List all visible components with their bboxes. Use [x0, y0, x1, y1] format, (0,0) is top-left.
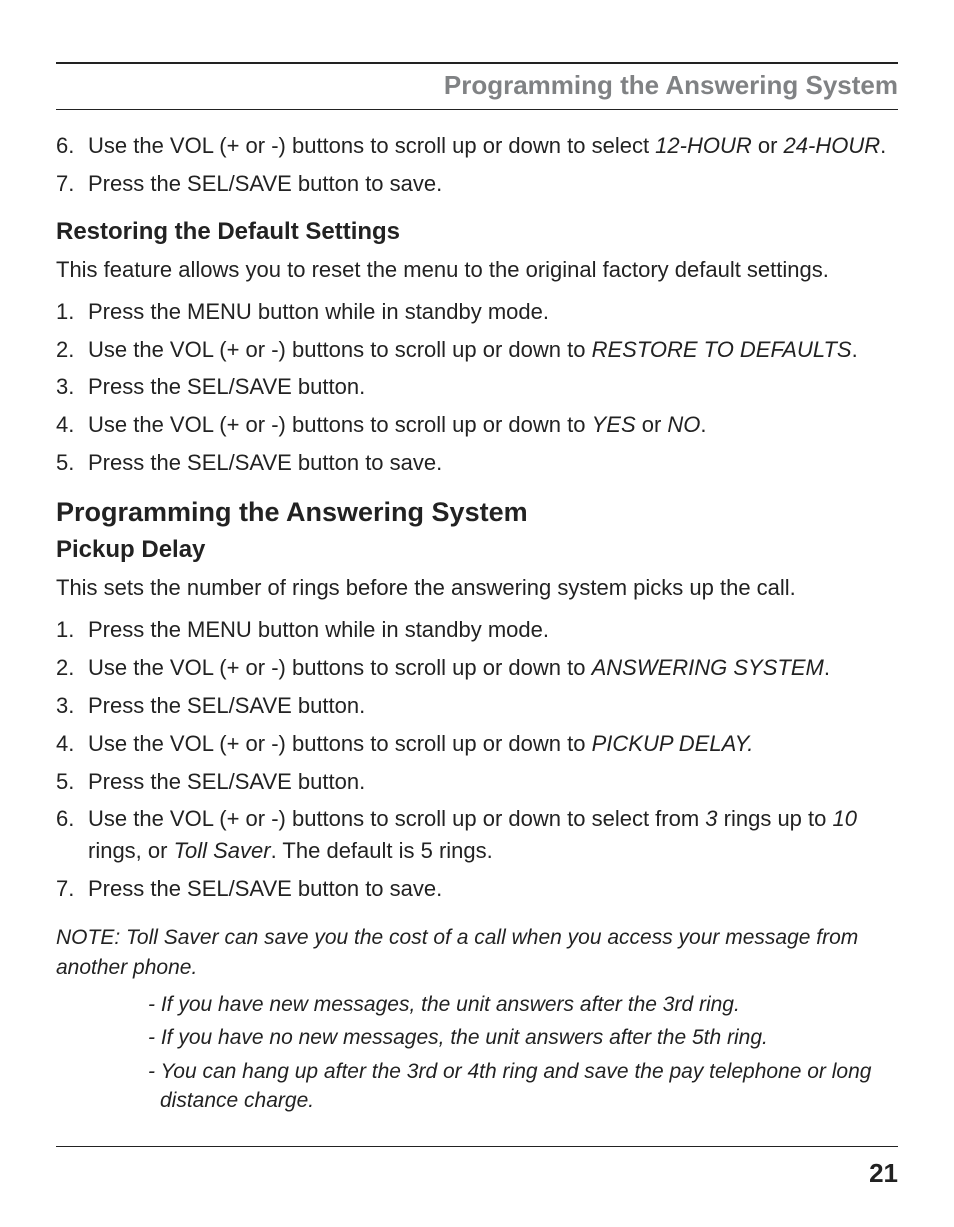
- list-item: 6. Use the VOL (+ or -) buttons to scrol…: [56, 130, 898, 162]
- page: Programming the Answering System 6. Use …: [0, 0, 954, 1227]
- sub-note: - If you have new messages, the unit ans…: [148, 990, 898, 1019]
- list-text: Use the VOL (+ or -) buttons to scroll u…: [88, 334, 898, 366]
- list-text: Use the VOL (+ or -) buttons to scroll u…: [88, 409, 898, 441]
- list-item: 3. Press the SEL/SAVE button.: [56, 371, 898, 403]
- intro-list: 6. Use the VOL (+ or -) buttons to scrol…: [56, 130, 898, 200]
- list-number: 5.: [56, 766, 88, 798]
- list-item: 7. Press the SEL/SAVE button to save.: [56, 168, 898, 200]
- list-number: 6.: [56, 803, 88, 867]
- footer-rule: [56, 1146, 898, 1147]
- list-item: 2. Use the VOL (+ or -) buttons to scrol…: [56, 652, 898, 684]
- section-heading-programming: Programming the Answering System: [56, 497, 898, 528]
- list-text: Press the SEL/SAVE button.: [88, 766, 898, 798]
- list-item: 1. Press the MENU button while in standb…: [56, 296, 898, 328]
- list-number: 1.: [56, 614, 88, 646]
- list-text: Use the VOL (+ or -) buttons to scroll u…: [88, 130, 898, 162]
- list-text: Press the SEL/SAVE button.: [88, 371, 898, 403]
- pickup-list: 1. Press the MENU button while in standb…: [56, 614, 898, 905]
- list-text: Use the VOL (+ or -) buttons to scroll u…: [88, 803, 898, 867]
- list-number: 2.: [56, 652, 88, 684]
- list-text: Press the MENU button while in standby m…: [88, 296, 898, 328]
- list-item: 5. Press the SEL/SAVE button.: [56, 766, 898, 798]
- list-number: 4.: [56, 409, 88, 441]
- list-number: 4.: [56, 728, 88, 760]
- list-text: Use the VOL (+ or -) buttons to scroll u…: [88, 652, 898, 684]
- list-text: Press the SEL/SAVE button to save.: [88, 873, 898, 905]
- note-text: NOTE: Toll Saver can save you the cost o…: [56, 923, 898, 982]
- section-para-restore: This feature allows you to reset the men…: [56, 254, 898, 286]
- list-number: 6.: [56, 130, 88, 162]
- page-number: 21: [869, 1158, 898, 1189]
- list-number: 7.: [56, 873, 88, 905]
- list-item: 4. Use the VOL (+ or -) buttons to scrol…: [56, 409, 898, 441]
- list-text: Press the SEL/SAVE button to save.: [88, 447, 898, 479]
- list-number: 5.: [56, 447, 88, 479]
- list-number: 2.: [56, 334, 88, 366]
- restore-list: 1. Press the MENU button while in standb…: [56, 296, 898, 479]
- list-item: 2. Use the VOL (+ or -) buttons to scrol…: [56, 334, 898, 366]
- header-title: Programming the Answering System: [56, 64, 898, 109]
- list-item: 4. Use the VOL (+ or -) buttons to scrol…: [56, 728, 898, 760]
- section-heading-restore: Restoring the Default Settings: [56, 218, 898, 246]
- list-item: 1. Press the MENU button while in standb…: [56, 614, 898, 646]
- list-number: 7.: [56, 168, 88, 200]
- list-text: Press the MENU button while in standby m…: [88, 614, 898, 646]
- list-number: 3.: [56, 371, 88, 403]
- sub-note: - You can hang up after the 3rd or 4th r…: [148, 1057, 898, 1116]
- header-rule-bottom: [56, 109, 898, 110]
- list-item: 3. Press the SEL/SAVE button.: [56, 690, 898, 722]
- list-item: 5. Press the SEL/SAVE button to save.: [56, 447, 898, 479]
- sub-note: - If you have no new messages, the unit …: [148, 1023, 898, 1052]
- list-text: Press the SEL/SAVE button.: [88, 690, 898, 722]
- list-text: Use the VOL (+ or -) buttons to scroll u…: [88, 728, 898, 760]
- section-subheading-pickup: Pickup Delay: [56, 536, 898, 564]
- section-para-pickup: This sets the number of rings before the…: [56, 572, 898, 604]
- list-number: 3.: [56, 690, 88, 722]
- list-text: Press the SEL/SAVE button to save.: [88, 168, 898, 200]
- list-item: 6. Use the VOL (+ or -) buttons to scrol…: [56, 803, 898, 867]
- list-item: 7. Press the SEL/SAVE button to save.: [56, 873, 898, 905]
- list-number: 1.: [56, 296, 88, 328]
